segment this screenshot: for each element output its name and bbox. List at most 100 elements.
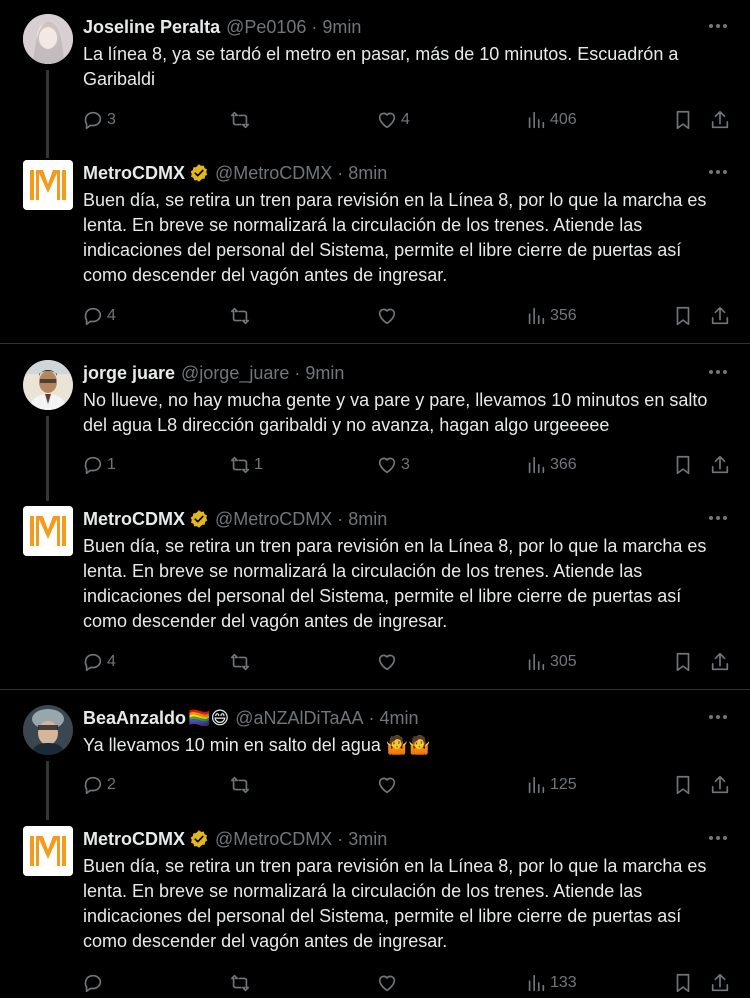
reply-button[interactable]: 1: [82, 452, 116, 478]
tweet-text-container: Ya llevamos 10 min en salto del agua 🤷🤷: [83, 733, 728, 758]
views-button[interactable]: 406: [525, 107, 577, 133]
like-button[interactable]: 4: [376, 107, 410, 133]
avatar[interactable]: [23, 705, 73, 755]
author-handle[interactable]: @MetroCDMX: [215, 163, 332, 184]
views-button[interactable]: 133: [525, 970, 577, 996]
views-count: 305: [550, 653, 577, 670]
tweet-text: Buen día, se retira un tren para revisió…: [83, 536, 707, 631]
reply-button[interactable]: 2: [82, 772, 116, 798]
share-icon: [711, 973, 729, 992]
thread-line: [46, 416, 49, 501]
author-name[interactable]: BeaAnzaldo: [83, 708, 186, 729]
retweet-button[interactable]: 1: [229, 452, 263, 478]
bookmark-button[interactable]: [672, 649, 694, 675]
author-handle[interactable]: @aNZAlDiTaAA: [235, 708, 363, 729]
timestamp[interactable]: 9min: [305, 363, 344, 384]
views-button[interactable]: 366: [525, 452, 577, 478]
author-name[interactable]: MetroCDMX: [83, 509, 185, 530]
retweet-button[interactable]: [229, 772, 254, 798]
separator-dot: ·: [337, 508, 344, 529]
heart-icon: [378, 112, 396, 129]
timestamp[interactable]: 8min: [348, 509, 387, 530]
retweet-icon: [230, 307, 250, 325]
share-button[interactable]: [709, 452, 731, 478]
author-name[interactable]: MetroCDMX: [83, 829, 185, 850]
share-button[interactable]: [709, 649, 731, 675]
share-icon: [711, 110, 729, 129]
more-options-icon[interactable]: [706, 506, 730, 530]
views-count: 133: [550, 974, 577, 991]
views-icon: [528, 776, 545, 794]
reply-button[interactable]: 4: [82, 303, 116, 329]
reply-button[interactable]: [82, 970, 107, 996]
bookmark-button[interactable]: [672, 303, 694, 329]
views-button[interactable]: 356: [525, 303, 577, 329]
author-handle[interactable]: @MetroCDMX: [215, 829, 332, 850]
verified-badge-icon[interactable]: [189, 509, 209, 529]
reply-count: 1: [107, 456, 116, 473]
retweet-icon: [230, 111, 250, 129]
bookmark-icon: [676, 455, 690, 475]
reply-button[interactable]: 3: [82, 107, 116, 133]
bookmark-icon: [676, 973, 690, 993]
views-button[interactable]: 305: [525, 649, 577, 675]
like-button[interactable]: [376, 970, 401, 996]
timestamp[interactable]: 9min: [322, 17, 361, 38]
separator-dot: ·: [294, 362, 301, 383]
reply-icon: [84, 456, 102, 475]
bookmark-button[interactable]: [672, 970, 694, 996]
avatar[interactable]: [23, 360, 73, 410]
reply-count: 4: [107, 307, 116, 324]
heart-icon: [378, 308, 396, 325]
share-button[interactable]: [709, 970, 731, 996]
share-icon: [711, 455, 729, 474]
more-options-icon[interactable]: [706, 14, 730, 38]
views-icon: [528, 653, 545, 671]
retweet-button[interactable]: [229, 107, 254, 133]
share-button[interactable]: [709, 772, 731, 798]
bookmark-button[interactable]: [672, 107, 694, 133]
bookmark-button[interactable]: [672, 452, 694, 478]
metro-logo-avatar[interactable]: [23, 160, 73, 210]
timestamp[interactable]: 8min: [348, 163, 387, 184]
verified-badge-icon[interactable]: [189, 163, 209, 183]
author-name[interactable]: jorge juare: [83, 363, 175, 384]
like-button[interactable]: [376, 772, 401, 798]
metro-logo-icon: [23, 826, 73, 876]
author-handle[interactable]: @Pe0106: [226, 17, 306, 38]
share-button[interactable]: [709, 303, 731, 329]
retweet-button[interactable]: [229, 649, 254, 675]
like-button[interactable]: [376, 649, 401, 675]
retweet-icon: [230, 456, 250, 474]
like-button[interactable]: 3: [376, 452, 410, 478]
retweet-button[interactable]: [229, 970, 254, 996]
reply-icon: [84, 111, 102, 130]
views-count: 406: [550, 111, 577, 128]
bookmark-button[interactable]: [672, 772, 694, 798]
separator-dot: ·: [368, 707, 375, 728]
avatar[interactable]: [23, 14, 73, 64]
more-options-icon[interactable]: [706, 160, 730, 184]
timestamp[interactable]: 3min: [348, 829, 387, 850]
author-handle[interactable]: @MetroCDMX: [215, 509, 332, 530]
views-icon: [528, 456, 545, 474]
timestamp[interactable]: 4min: [380, 708, 419, 729]
author-name[interactable]: Joseline Peralta: [83, 17, 220, 38]
more-options-icon[interactable]: [706, 360, 730, 384]
like-count: 4: [401, 111, 410, 128]
author-name[interactable]: MetroCDMX: [83, 163, 185, 184]
retweet-button[interactable]: [229, 303, 254, 329]
reply-button[interactable]: 4: [82, 649, 116, 675]
more-options-icon[interactable]: [706, 705, 730, 729]
views-button[interactable]: 125: [525, 772, 577, 798]
metro-logo-avatar[interactable]: [23, 506, 73, 556]
metro-logo-avatar[interactable]: [23, 826, 73, 876]
like-button[interactable]: [376, 303, 401, 329]
share-button[interactable]: [709, 107, 731, 133]
retweet-count: 1: [254, 456, 263, 473]
reply-count: 3: [107, 111, 116, 128]
author-handle[interactable]: @jorge_juare: [181, 363, 289, 384]
verified-badge-icon[interactable]: [189, 829, 209, 849]
more-options-icon[interactable]: [706, 826, 730, 850]
tweet-text: Buen día, se retira un tren para revisió…: [83, 190, 707, 285]
